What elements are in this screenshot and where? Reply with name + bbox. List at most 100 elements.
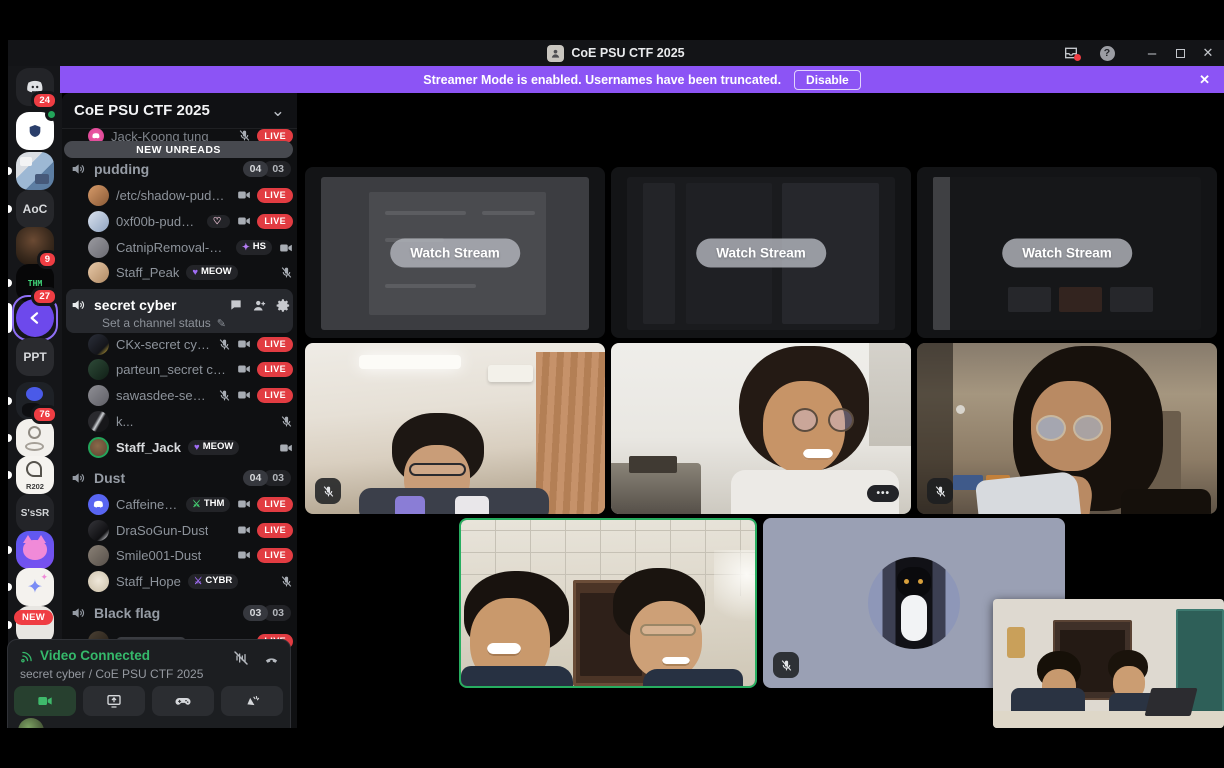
preview-line bbox=[385, 211, 465, 215]
screenshare-icon bbox=[106, 693, 122, 709]
member-row[interactable]: Smile001-Dust LIVE bbox=[88, 543, 293, 568]
member-name: k... bbox=[116, 414, 133, 429]
video-frame bbox=[461, 520, 755, 686]
voice-channel-pudding[interactable]: pudding 04 03 bbox=[70, 157, 291, 181]
new-unreads-pill[interactable]: NEW UNREADS bbox=[64, 141, 293, 158]
count-badge: 04 bbox=[243, 161, 269, 178]
smile bbox=[662, 657, 690, 666]
camera-icon bbox=[237, 214, 251, 228]
glasses bbox=[1073, 415, 1103, 441]
chat-bubble-icon[interactable] bbox=[229, 298, 243, 312]
camera-tile-2[interactable]: ••• bbox=[611, 343, 911, 514]
member-row[interactable]: Staff_Jack ♥ MEOW bbox=[88, 435, 293, 460]
watch-stream-button[interactable]: Watch Stream bbox=[390, 238, 520, 267]
close-button[interactable]: ✕ bbox=[1194, 40, 1222, 66]
more-options-button[interactable]: ••• bbox=[867, 485, 899, 502]
rail-server-aoc[interactable]: AoC bbox=[16, 190, 54, 228]
member-row[interactable]: sawasdee-secret ... LIVE bbox=[88, 383, 293, 408]
disconnect-call-icon[interactable] bbox=[263, 650, 280, 667]
rail-server-cat[interactable] bbox=[16, 531, 54, 569]
shirt bbox=[461, 666, 573, 688]
stream-tile-1[interactable]: Watch Stream bbox=[305, 167, 605, 338]
member-row[interactable]: k... bbox=[88, 409, 293, 434]
ssr-label: S'sSR bbox=[21, 508, 50, 519]
channel-name: secret cyber bbox=[94, 297, 177, 313]
camera-toggle-button[interactable] bbox=[14, 686, 76, 716]
smile bbox=[487, 643, 521, 656]
live-badge: LIVE bbox=[257, 214, 293, 229]
voice-channel-dust[interactable]: Dust 04 03 bbox=[70, 466, 291, 490]
inbox-icon[interactable] bbox=[1056, 40, 1086, 66]
minimize-button[interactable]: – bbox=[1138, 40, 1166, 66]
pip-local-preview[interactable] bbox=[993, 599, 1224, 728]
air-conditioner bbox=[488, 365, 533, 382]
member-row[interactable]: CKx-secret cyber LIVE bbox=[88, 332, 293, 357]
channel-status-row[interactable]: Set a channel status ✎ bbox=[102, 315, 287, 331]
rail-server-doodle[interactable] bbox=[16, 419, 54, 457]
voice-channel-black-flag[interactable]: Black flag 03 03 bbox=[70, 601, 291, 625]
preview-block bbox=[1008, 287, 1051, 311]
unread-pip bbox=[8, 167, 12, 175]
activities-button[interactable] bbox=[152, 686, 214, 716]
camera-tile-3[interactable] bbox=[917, 343, 1217, 514]
camera-tile-1[interactable] bbox=[305, 343, 605, 514]
channel-name: Dust bbox=[94, 470, 125, 486]
member-row[interactable]: DraSoGun-Dust LIVE bbox=[88, 518, 293, 543]
invite-member-icon[interactable] bbox=[252, 298, 267, 313]
server-header[interactable]: CoE PSU CTF 2025 ⌄ bbox=[62, 93, 297, 129]
stream-tile-3[interactable]: Watch Stream bbox=[917, 167, 1217, 338]
live-badge: LIVE bbox=[257, 548, 293, 563]
screenshare-button[interactable] bbox=[83, 686, 145, 716]
member-tag-badge: ♡ bbox=[207, 215, 231, 229]
letterbox-bottom bbox=[0, 728, 1224, 768]
member-row[interactable]: 0xf00b-pudding ♡ LIVE bbox=[88, 209, 293, 234]
camera-tile-speaking[interactable] bbox=[459, 518, 757, 688]
member-row[interactable]: CatnipRemoval-pudding ✦ HS bbox=[88, 235, 293, 260]
new-badge: NEW bbox=[14, 610, 53, 625]
live-badge: LIVE bbox=[257, 388, 293, 403]
rail-server-avatar[interactable]: 9 bbox=[16, 227, 54, 265]
doodle-head bbox=[28, 426, 41, 439]
stream-tile-2[interactable]: Watch Stream bbox=[611, 167, 911, 338]
rail-server-photos[interactable] bbox=[16, 152, 54, 190]
rail-home-button[interactable]: 24 bbox=[16, 68, 54, 106]
preview-line bbox=[482, 211, 536, 215]
unread-pip bbox=[8, 583, 12, 591]
soundboard-button[interactable] bbox=[221, 686, 283, 716]
sword-icon: ⚔ bbox=[194, 577, 203, 587]
settings-gear-icon[interactable] bbox=[276, 298, 291, 313]
member-row[interactable]: parteun_secret cyber LIVE bbox=[88, 357, 293, 382]
maximize-button[interactable] bbox=[1166, 40, 1194, 66]
speaker-icon bbox=[70, 470, 86, 486]
member-row[interactable]: Staff_Peak ♥ MEOW bbox=[88, 260, 293, 285]
shield-icon bbox=[27, 123, 43, 139]
rail-server-blue[interactable]: 76 bbox=[16, 382, 54, 420]
rail-server-cybershield[interactable] bbox=[16, 112, 54, 150]
rail-server-r202[interactable]: R202 bbox=[16, 456, 54, 494]
camera-icon bbox=[237, 188, 251, 202]
member-row[interactable]: Staff_Hope ⚔ CYBR bbox=[88, 569, 293, 594]
avatar bbox=[88, 185, 109, 206]
rail-server-sparkle[interactable]: ✦ ✦ bbox=[16, 568, 54, 606]
watch-stream-button[interactable]: Watch Stream bbox=[1002, 238, 1132, 267]
rail-server-ppt[interactable]: PPT bbox=[16, 338, 54, 376]
banner-close-icon[interactable]: ✕ bbox=[1199, 72, 1210, 88]
disable-streamer-mode-button[interactable]: Disable bbox=[794, 70, 861, 90]
member-tag-badge: ⚔ THM bbox=[186, 497, 230, 511]
cat-head bbox=[897, 567, 931, 597]
shirt-accent bbox=[455, 496, 489, 514]
camera-icon bbox=[237, 337, 251, 351]
unread-pip bbox=[8, 471, 12, 479]
mic-muted-icon bbox=[218, 389, 231, 402]
speaker-icon bbox=[70, 161, 86, 177]
member-name: DraSoGun-Dust bbox=[116, 523, 208, 538]
noise-suppression-icon[interactable] bbox=[233, 650, 249, 666]
preview-column bbox=[643, 183, 675, 324]
rail-server-ssr[interactable]: S'sSR bbox=[16, 494, 54, 532]
voice-channel-secret-cyber-row[interactable]: secret cyber bbox=[70, 293, 291, 317]
member-row[interactable]: /etc/shadow-pudding LIVE bbox=[88, 183, 293, 208]
help-icon[interactable]: ? bbox=[1092, 40, 1122, 66]
watch-stream-button[interactable]: Watch Stream bbox=[696, 238, 826, 267]
shirt bbox=[643, 669, 743, 688]
member-row[interactable]: Caffeine-Dust ⚔ THM LIVE bbox=[88, 492, 293, 517]
